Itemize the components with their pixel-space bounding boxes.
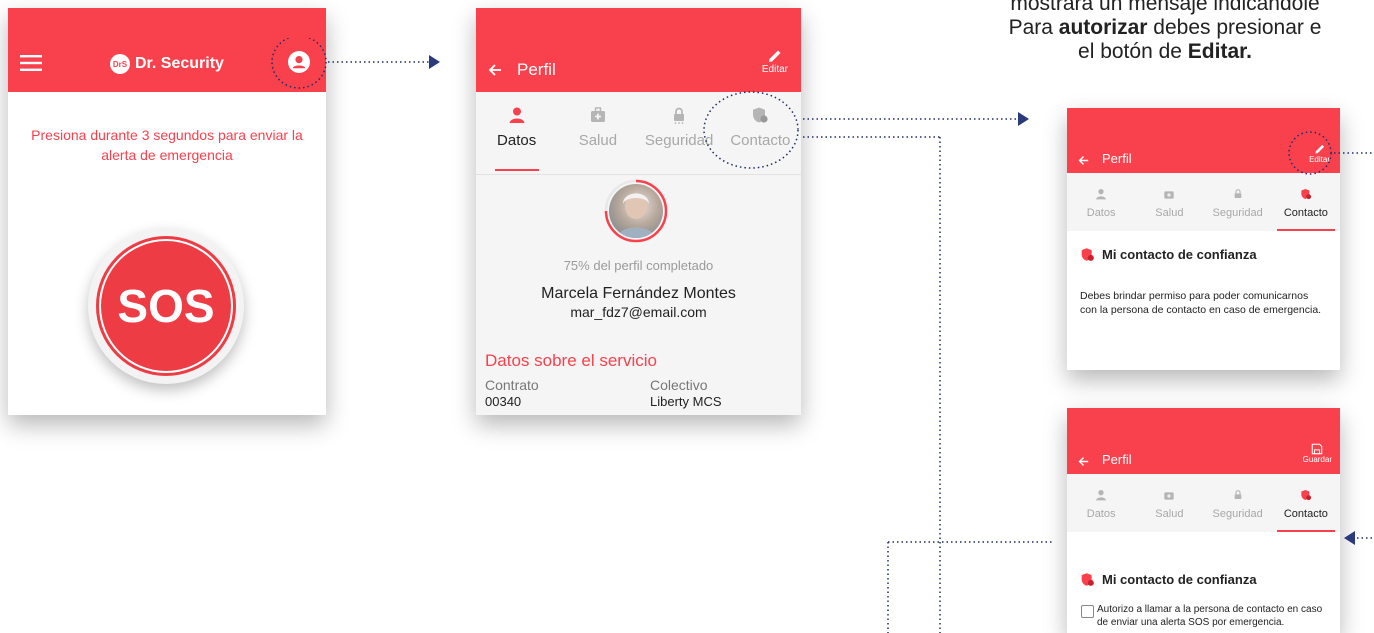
page-title: Perfil bbox=[1102, 452, 1132, 467]
lock-icon bbox=[1234, 490, 1241, 499]
shield-contact-icon bbox=[1081, 248, 1094, 261]
brand: DrS Dr. Security bbox=[110, 53, 224, 75]
edit-label: Editar bbox=[761, 64, 788, 75]
tab-label: Datos bbox=[1086, 207, 1116, 219]
medical-kit-icon bbox=[1164, 191, 1175, 199]
contract-value: 00340 bbox=[485, 394, 522, 409]
back-arrow-icon[interactable] bbox=[1078, 454, 1089, 472]
contact-edit-app-bar: Perfil Guardar bbox=[1067, 408, 1340, 474]
save-icon bbox=[1312, 443, 1323, 455]
contact-heading: Mi contacto de confianza bbox=[1080, 572, 1257, 587]
sos-label: SOS bbox=[117, 280, 215, 332]
save-label: Guardar bbox=[1302, 455, 1332, 464]
medical-kit-icon bbox=[590, 107, 605, 122]
tab-salud[interactable]: Salud bbox=[1135, 488, 1203, 532]
connector-into-save-screen bbox=[1344, 531, 1374, 545]
collective-label: Colectivo bbox=[650, 377, 708, 393]
sos-button[interactable]: SOS bbox=[96, 236, 236, 376]
person-icon bbox=[1096, 189, 1107, 200]
back-arrow-icon[interactable] bbox=[1078, 153, 1089, 171]
tab-salud[interactable]: Salud bbox=[557, 106, 638, 174]
tab-datos[interactable]: Datos bbox=[476, 106, 557, 174]
tab-label: Contacto bbox=[1283, 207, 1328, 219]
tab-label: Contacto bbox=[1283, 508, 1328, 520]
caption-line-1: mostrará un mensaje indicándole bbox=[1010, 0, 1320, 15]
tab-datos[interactable]: Datos bbox=[1067, 187, 1135, 231]
sos-instruction: Presiona durante 3 segundos para enviar … bbox=[31, 127, 303, 163]
contact-view-tabs: Datos Salud Seguridad Contacto bbox=[1067, 187, 1340, 231]
lock-icon bbox=[674, 107, 685, 124]
connector-edit-to-right bbox=[1288, 131, 1374, 175]
brand-name: Dr. Security bbox=[135, 55, 224, 72]
page-title: Perfil bbox=[1102, 151, 1132, 166]
person-icon bbox=[1096, 490, 1107, 501]
menu-icon[interactable] bbox=[20, 55, 42, 76]
tab-label: Salud bbox=[578, 132, 618, 149]
tab-salud[interactable]: Salud bbox=[1135, 187, 1203, 231]
authorize-text: Autorizo a llamar a la persona de contac… bbox=[1097, 604, 1323, 628]
connector-avatar-to-profile bbox=[271, 38, 440, 89]
shield-contact-icon bbox=[1301, 490, 1311, 501]
contact-heading-text: Mi contacto de confianza bbox=[1102, 247, 1257, 262]
permission-text: Debes brindar permiso para poder comunic… bbox=[1080, 290, 1322, 316]
tab-label: Salud bbox=[1155, 508, 1184, 520]
contact-heading-text: Mi contacto de confianza bbox=[1102, 572, 1257, 587]
pencil-icon bbox=[768, 50, 781, 62]
contact-heading: Mi contacto de confianza bbox=[1080, 247, 1257, 262]
tab-label: Datos bbox=[1086, 508, 1116, 520]
contact-edit-tabs-area: Datos Salud Seguridad Contacto bbox=[1067, 474, 1340, 532]
connector-contacto-to-screens bbox=[703, 91, 1052, 633]
contact-view-tabs-area: Datos Salud Seguridad Contacto bbox=[1067, 173, 1340, 231]
tab-label: Salud bbox=[1155, 207, 1184, 219]
caption-bold-autorizar: autorizar bbox=[1058, 16, 1148, 39]
tab-contacto[interactable]: Contacto bbox=[1272, 187, 1340, 231]
instruction-caption: mostrará un mensaje indicándole Para aut… bbox=[930, 0, 1374, 64]
save-button[interactable]: Guardar bbox=[1303, 443, 1332, 464]
tab-seguridad[interactable]: Seguridad bbox=[1204, 187, 1272, 231]
medical-kit-icon bbox=[1164, 492, 1175, 500]
page-title: Perfil bbox=[517, 60, 556, 79]
tab-contacto[interactable]: Contacto bbox=[1272, 488, 1340, 532]
tab-label: Datos bbox=[497, 132, 537, 149]
contact-edit-screen: Perfil Guardar Datos Salud Seguridad Con… bbox=[1067, 408, 1340, 633]
tab-label: Seguridad bbox=[1212, 508, 1263, 520]
contract-label: Contrato bbox=[485, 377, 539, 393]
authorize-checkbox[interactable] bbox=[1081, 605, 1094, 618]
caption-bold-editar: Editar. bbox=[1187, 40, 1252, 63]
lock-icon bbox=[1234, 189, 1241, 198]
back-arrow-icon[interactable] bbox=[488, 63, 502, 82]
brand-logo-icon: DrS bbox=[110, 54, 130, 74]
profile-photo-avatar bbox=[609, 184, 663, 238]
edit-button[interactable]: Editar bbox=[762, 48, 788, 75]
service-heading: Datos sobre el servicio bbox=[485, 351, 657, 370]
shield-contact-icon bbox=[1301, 189, 1311, 200]
contact-edit-tabs: Datos Salud Seguridad Contacto bbox=[1067, 488, 1340, 532]
profile-app-bar: Perfil Editar bbox=[476, 8, 801, 92]
tab-seguridad[interactable]: Seguridad bbox=[1204, 488, 1272, 532]
tab-datos[interactable]: Datos bbox=[1067, 488, 1135, 532]
tab-label: Seguridad bbox=[1212, 207, 1263, 219]
shield-contact-icon bbox=[1081, 573, 1094, 586]
person-icon bbox=[509, 107, 525, 123]
